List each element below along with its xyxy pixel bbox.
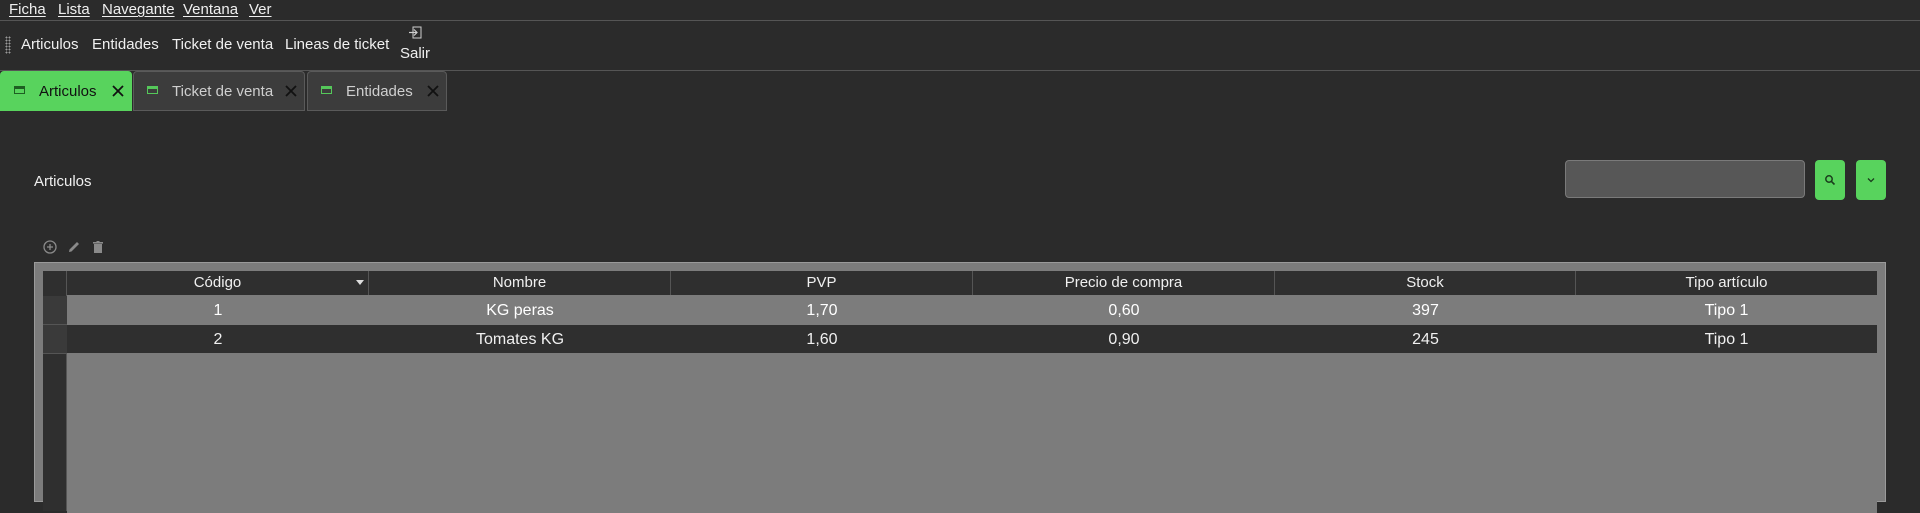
delete-icon[interactable] bbox=[90, 239, 106, 255]
tab-entidades-label: Entidades bbox=[346, 83, 413, 100]
tab-bar: Articulos Ticket de venta Entidades bbox=[0, 71, 1920, 113]
add-icon[interactable] bbox=[42, 239, 58, 255]
cell-precio-compra[interactable]: 0,60 bbox=[973, 296, 1275, 325]
toolbar-grip-handle[interactable] bbox=[5, 36, 11, 54]
row-header[interactable] bbox=[43, 296, 67, 325]
exit-icon bbox=[409, 26, 422, 39]
column-header-codigo[interactable]: Código bbox=[67, 271, 369, 295]
close-tab-icon[interactable] bbox=[284, 84, 298, 98]
cell-nombre[interactable]: Tomates KG bbox=[369, 325, 671, 354]
row-header[interactable] bbox=[43, 325, 67, 354]
menu-navegante[interactable]: Navegante bbox=[102, 1, 175, 18]
table-empty-area bbox=[67, 353, 1877, 513]
close-tab-icon[interactable] bbox=[111, 84, 125, 98]
table-row[interactable]: 1 KG peras 1,70 0,60 397 Tipo 1 bbox=[43, 296, 1877, 325]
sort-descending-icon bbox=[356, 280, 364, 285]
articles-table: Código Nombre PVP Precio de compra Stock… bbox=[34, 262, 1886, 513]
cell-precio-compra[interactable]: 0,90 bbox=[973, 325, 1275, 354]
toolbar-ticket-venta-button[interactable]: Ticket de venta bbox=[172, 36, 273, 53]
column-label: Stock bbox=[1406, 274, 1444, 291]
toolbar-lineas-ticket-button[interactable]: Lineas de ticket bbox=[285, 36, 389, 53]
cell-pvp[interactable]: 1,60 bbox=[671, 325, 973, 354]
tab-entidades[interactable]: Entidades bbox=[307, 71, 447, 111]
search-button[interactable] bbox=[1815, 160, 1845, 200]
toolbar-entidades-button[interactable]: Entidades bbox=[92, 36, 159, 53]
chevron-down-icon bbox=[1867, 178, 1875, 183]
column-header-tipo-articulo[interactable]: Tipo artículo bbox=[1576, 271, 1877, 295]
column-label: Nombre bbox=[492, 274, 547, 291]
cell-stock[interactable]: 245 bbox=[1275, 325, 1576, 354]
content-area: Articulos Código Nombre PVP Precio de co… bbox=[0, 113, 1920, 513]
column-header-stock[interactable]: Stock bbox=[1275, 271, 1576, 295]
edit-icon[interactable] bbox=[66, 239, 82, 255]
cell-codigo[interactable]: 2 bbox=[67, 325, 369, 354]
menu-lista[interactable]: Lista bbox=[58, 1, 90, 18]
column-header-precio-compra[interactable]: Precio de compra bbox=[973, 271, 1275, 295]
menu-ventana[interactable]: Ventana bbox=[183, 1, 238, 18]
table-row[interactable]: 2 Tomates KG 1,60 0,90 245 Tipo 1 bbox=[43, 325, 1877, 354]
window-icon bbox=[321, 86, 332, 94]
cell-tipo-articulo[interactable]: Tipo 1 bbox=[1576, 296, 1877, 325]
menu-ficha[interactable]: Ficha bbox=[9, 1, 46, 18]
window-icon bbox=[147, 86, 158, 94]
tab-articulos-label: Articulos bbox=[39, 83, 97, 100]
column-header-pvp[interactable]: PVP bbox=[671, 271, 973, 295]
cell-tipo-articulo[interactable]: Tipo 1 bbox=[1576, 325, 1877, 354]
column-label: PVP bbox=[806, 274, 837, 291]
filter-dropdown-button[interactable] bbox=[1856, 160, 1886, 200]
column-label: Código bbox=[193, 274, 242, 291]
toolbar: Articulos Entidades Ticket de venta Line… bbox=[0, 21, 1920, 71]
cell-pvp[interactable]: 1,70 bbox=[671, 296, 973, 325]
tab-ticket-venta[interactable]: Ticket de venta bbox=[133, 71, 305, 111]
menu-bar: Ficha Lista Navegante Ventana Ver bbox=[0, 0, 1920, 21]
exit-label: Salir bbox=[399, 45, 430, 62]
table-corner[interactable] bbox=[43, 271, 67, 295]
tab-ticket-venta-label: Ticket de venta bbox=[172, 83, 274, 100]
exit-button[interactable]: Salir bbox=[398, 26, 432, 62]
search-input[interactable] bbox=[1565, 160, 1805, 198]
page-title: Articulos bbox=[34, 173, 92, 190]
column-header-nombre[interactable]: Nombre bbox=[369, 271, 671, 295]
table-header: Código Nombre PVP Precio de compra Stock… bbox=[43, 271, 1877, 295]
column-label: Tipo artículo bbox=[1685, 274, 1768, 291]
tab-articulos[interactable]: Articulos bbox=[0, 71, 132, 111]
cell-nombre[interactable]: KG peras bbox=[369, 296, 671, 325]
cell-codigo[interactable]: 1 bbox=[67, 296, 369, 325]
cell-stock[interactable]: 397 bbox=[1275, 296, 1576, 325]
column-label: Precio de compra bbox=[1064, 274, 1183, 291]
window-icon bbox=[14, 86, 25, 94]
search-icon bbox=[1825, 175, 1836, 186]
toolbar-articulos-button[interactable]: Articulos bbox=[21, 36, 79, 53]
close-tab-icon[interactable] bbox=[426, 84, 440, 98]
menu-ver[interactable]: Ver bbox=[249, 1, 272, 18]
